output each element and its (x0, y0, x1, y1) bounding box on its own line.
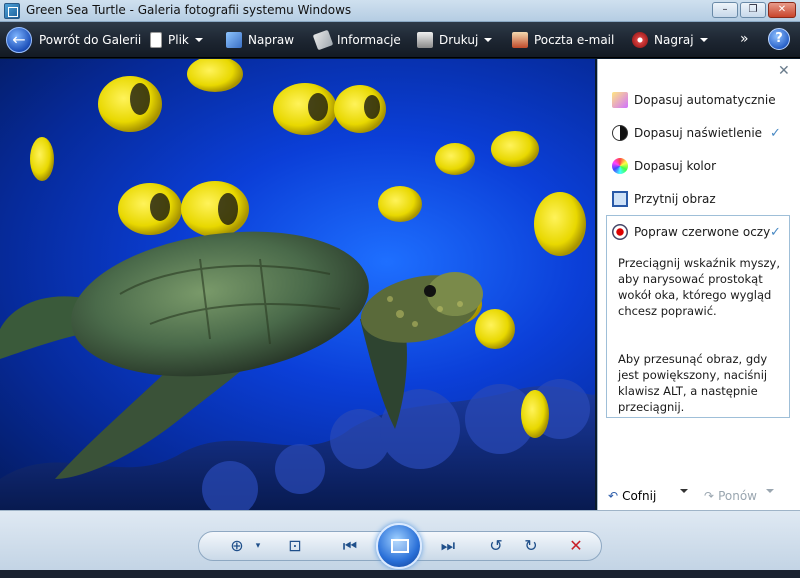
file-menu-button[interactable]: Plik (150, 22, 203, 58)
email-icon (512, 32, 528, 48)
undo-label: Cofnij (622, 489, 657, 503)
redo-label: Ponów (718, 489, 757, 503)
redo-icon: ↷ (704, 489, 715, 503)
taskbar (0, 570, 800, 578)
chevron-down-icon[interactable]: ▾ (246, 534, 270, 558)
chevron-down-icon (680, 489, 688, 493)
adjust-color-label: Dopasuj kolor (634, 159, 717, 173)
red-eye-label: Popraw czerwone oczy (634, 225, 771, 239)
auto-adjust-item[interactable]: Dopasuj automatycznie (598, 87, 800, 113)
red-eye-icon (612, 224, 628, 240)
title-bar: Green Sea Turtle - Galeria fotografii sy… (0, 0, 800, 22)
email-button[interactable]: Poczta e-mail (512, 22, 614, 58)
maximize-button[interactable]: ❐ (740, 2, 766, 18)
disc-icon (632, 32, 648, 48)
navigation-bar: ⊕ ▾ ⊡ ⏮ ⏭ ↺ ↻ ✕ (0, 510, 800, 570)
redo-dropdown[interactable] (766, 489, 774, 493)
chevron-down-icon (699, 38, 708, 42)
fix-label: Napraw (248, 33, 295, 47)
crop-icon (612, 191, 628, 207)
help-button[interactable]: ? (768, 28, 790, 50)
green-sea-turtle-photo (0, 59, 595, 510)
file-menu-label: Plik (168, 33, 189, 47)
rotate-clockwise-icon[interactable]: ↻ (519, 534, 543, 558)
fix-panel: ✕ Dopasuj automatycznie Dopasuj naświetl… (597, 59, 800, 510)
crop-label: Przytnij obraz (634, 192, 716, 206)
fix-button[interactable]: Napraw (226, 22, 294, 58)
undo-icon: ↶ (608, 489, 619, 503)
magic-wand-icon (612, 92, 628, 108)
chevron-down-icon (484, 38, 493, 42)
chevron-down-icon (194, 38, 203, 42)
burn-menu-button[interactable]: Nagraj (632, 22, 708, 58)
back-to-gallery-label: Powrót do Galerii (39, 33, 142, 47)
actual-size-icon[interactable]: ⊡ (283, 534, 307, 558)
delete-icon[interactable]: ✕ (564, 534, 588, 558)
checkmark-icon: ✓ (770, 125, 781, 141)
pan-instructions: Aby przesunąć obraz, gdy jest powiększon… (618, 352, 768, 414)
close-panel-icon[interactable]: ✕ (778, 63, 790, 79)
undo-button[interactable]: ↶ Cofnij (608, 489, 656, 503)
color-wheel-icon (612, 158, 628, 174)
gallery-app-icon (4, 3, 20, 19)
undo-dropdown[interactable] (680, 489, 688, 493)
red-eye-instructions: Przeciągnij wskaźnik myszy, aby narysowa… (618, 256, 781, 318)
adjust-color-item[interactable]: Dopasuj kolor (598, 153, 800, 179)
tag-icon (312, 29, 334, 51)
red-eye-item[interactable]: Popraw czerwone oczy ✓ (598, 219, 800, 245)
fix-image-icon (226, 32, 242, 48)
printer-icon (417, 32, 433, 48)
minimize-button[interactable]: – (712, 2, 738, 18)
print-label: Drukuj (439, 33, 479, 47)
adjust-exposure-item[interactable]: Dopasuj naświetlenie ✓ (598, 120, 800, 146)
more-commands-icon[interactable]: » (740, 31, 749, 47)
slideshow-button[interactable] (376, 523, 422, 569)
crop-item[interactable]: Przytnij obraz (598, 186, 800, 212)
back-arrow-icon[interactable]: ← (6, 27, 32, 53)
next-icon[interactable]: ⏭ (436, 534, 460, 558)
auto-adjust-label: Dopasuj automatycznie (634, 93, 776, 107)
email-label: Poczta e-mail (534, 33, 615, 47)
previous-icon[interactable]: ⏮ (338, 534, 362, 558)
adjust-exposure-label: Dopasuj naświetlenie (634, 126, 763, 140)
close-window-button[interactable]: ✕ (768, 2, 796, 18)
print-menu-button[interactable]: Drukuj (417, 22, 493, 58)
photo-viewer[interactable] (0, 59, 595, 510)
info-button[interactable]: Informacje (312, 22, 401, 58)
window-title: Green Sea Turtle - Galeria fotografii sy… (26, 3, 352, 17)
command-bar: ← Powrót do Galerii Plik Napraw Informac… (0, 22, 800, 58)
burn-label: Nagraj (654, 33, 694, 47)
chevron-down-icon (766, 489, 774, 493)
rotate-counterclockwise-icon[interactable]: ↺ (484, 534, 508, 558)
checkmark-icon: ✓ (770, 224, 781, 240)
back-to-gallery-button[interactable]: Powrót do Galerii (39, 22, 141, 58)
info-label: Informacje (337, 33, 401, 47)
file-icon (150, 32, 162, 48)
redo-button[interactable]: ↷ Ponów (704, 489, 757, 503)
slideshow-icon (391, 539, 409, 553)
exposure-icon (612, 125, 628, 141)
